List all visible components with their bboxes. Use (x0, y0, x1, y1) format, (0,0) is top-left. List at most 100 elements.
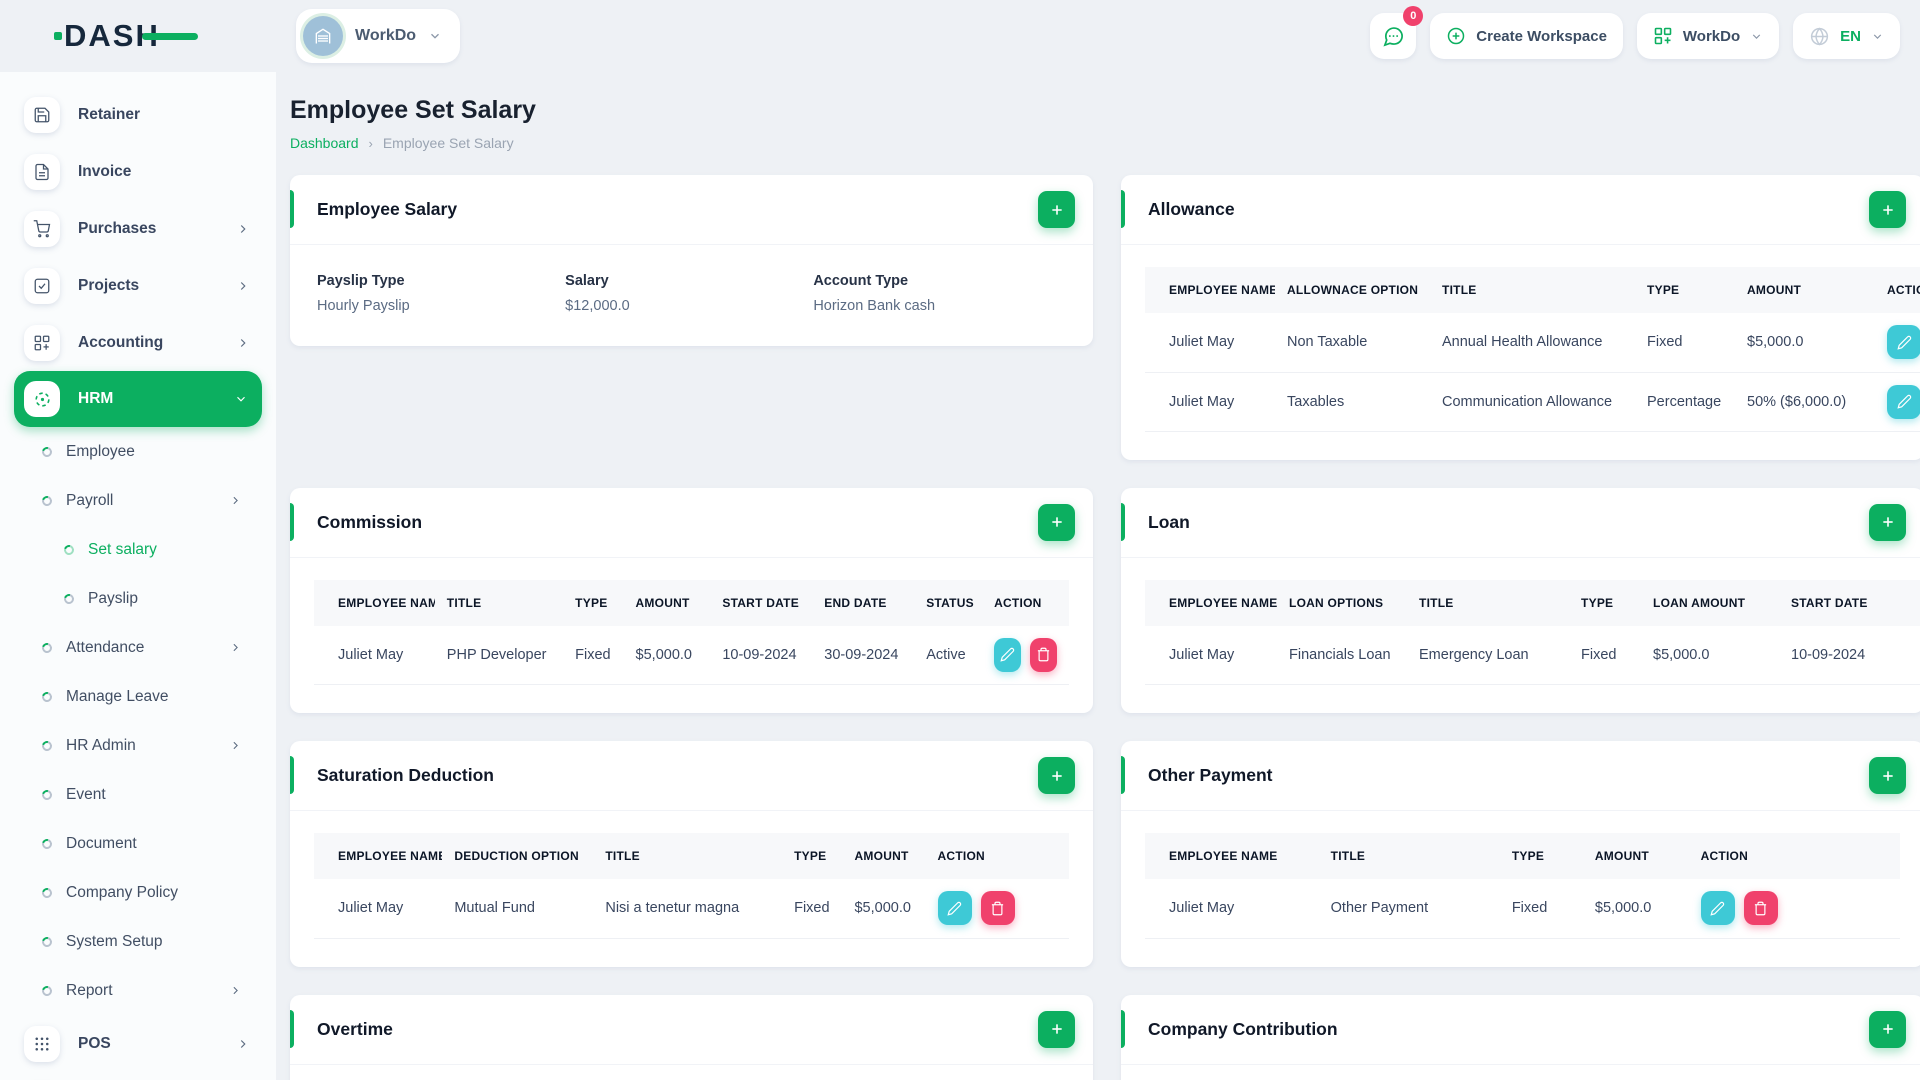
card-header: Overtime (290, 995, 1093, 1065)
cell-type: Fixed (1499, 879, 1583, 939)
plus-circle-icon (1448, 27, 1465, 45)
commission-table: EMPLOYEE NAME TITLE TYPE AMOUNT START DA… (290, 558, 1093, 714)
card-accent-bar (1121, 502, 1125, 541)
bullet-icon (40, 787, 54, 802)
apps-menu-button[interactable]: WorkDo (1636, 13, 1780, 59)
sidebar-subitem-payroll[interactable]: Payroll (24, 476, 264, 525)
breadcrumb-dashboard-link[interactable]: Dashboard (290, 135, 359, 151)
sidebar-subitem-employee[interactable]: Employee (24, 427, 264, 476)
sidebar-subitem-manage-leave[interactable]: Manage Leave (24, 672, 264, 721)
sidebar-item-pos[interactable]: POS (24, 1015, 264, 1072)
add-saturation-deduction-button[interactable] (1038, 757, 1075, 794)
sidebar-item-retainer[interactable]: Retainer (24, 86, 264, 143)
sidebar-item-projects[interactable]: Projects (24, 257, 264, 314)
delete-button[interactable] (1030, 637, 1057, 672)
add-commission-button[interactable] (1038, 503, 1075, 541)
chevron-down-icon (1752, 33, 1761, 39)
card-title: Allowance (1148, 199, 1235, 219)
sidebar-item-purchases[interactable]: Purchases (24, 200, 264, 257)
col-start-date: START DATE (710, 579, 813, 626)
table-row: Juliet May Non Taxable Annual Health All… (1145, 313, 1920, 373)
logo-dot (54, 32, 62, 40)
card-header: Allowance (1121, 175, 1920, 245)
dash-logo[interactable]: DASH (54, 18, 212, 54)
invoice-icon (24, 153, 60, 190)
messages-count-badge: 0 (1403, 6, 1424, 26)
add-allowance-button[interactable] (1869, 191, 1906, 228)
add-company-contribution-button[interactable] (1869, 1010, 1906, 1048)
edit-button[interactable] (1700, 891, 1735, 926)
workspace-selector[interactable]: WorkDo (296, 9, 461, 63)
cell-amount: $5,000.0 (842, 879, 926, 939)
table-row: Juliet May Financials Loan Emergency Loa… (1145, 625, 1920, 685)
subitem-label: HR Admin (66, 736, 136, 754)
sidebar-subitem-set-salary[interactable]: Set salary (24, 525, 264, 574)
table-header-row: EMPLOYEE NAME LOAN OPTIONS TITLE TYPE LO… (1145, 579, 1920, 626)
sidebar-subitem-payslip[interactable]: Payslip (24, 574, 264, 623)
bullet-icon (40, 983, 54, 998)
workspace-avatar (303, 16, 343, 56)
delete-button[interactable] (1743, 891, 1778, 926)
plus-icon (1882, 517, 1893, 527)
edit-button[interactable] (1887, 384, 1920, 419)
chevron-right-icon (233, 741, 238, 750)
plus-icon (1051, 204, 1062, 215)
create-workspace-button[interactable]: Create Workspace (1430, 13, 1623, 59)
edit-button[interactable] (994, 637, 1022, 672)
bullet-icon (40, 885, 54, 900)
company-contribution-card: Company Contribution (1121, 994, 1920, 1080)
chevron-right-icon (233, 496, 238, 505)
sidebar-subitem-company-policy[interactable]: Company Policy (24, 868, 264, 917)
subitem-label: Document (66, 834, 137, 852)
cell-employee: Juliet May (1145, 372, 1275, 432)
subitem-label: Attendance (66, 638, 145, 656)
sidebar-subitem-event[interactable]: Event (24, 770, 264, 819)
messages-button[interactable]: 0 (1370, 6, 1424, 59)
add-loan-button[interactable] (1869, 503, 1906, 541)
breadcrumb: Dashboard › Employee Set Salary (290, 135, 1920, 151)
field-salary: Salary $12,000.0 (565, 273, 813, 314)
delete-button[interactable] (980, 891, 1015, 926)
card-accent-bar (290, 502, 294, 541)
loan-card: Loan EMPLOYEE NAME LOAN OPTIONS TITLE TY… (1121, 487, 1920, 713)
card-body-clipped (290, 1065, 1093, 1080)
sidebar-subitem-report[interactable]: Report (24, 966, 264, 1015)
sidebar-item-accounting[interactable]: Accounting (24, 314, 264, 371)
col-title: TITLE (1407, 579, 1569, 626)
language-selector[interactable]: EN (1793, 13, 1900, 59)
plus-icon (1882, 204, 1893, 215)
sidebar-subitem-attendance[interactable]: Attendance (24, 623, 264, 672)
sidebar-item-hrm[interactable]: HRM (14, 371, 262, 427)
sidebar-item-crm[interactable]: CRM (24, 1072, 264, 1080)
sidebar-subitem-system-setup[interactable]: System Setup (24, 917, 264, 966)
col-type: TYPE (1569, 579, 1641, 626)
sidebar-subitem-document[interactable]: Document (24, 819, 264, 868)
col-type: TYPE (563, 579, 624, 626)
sidebar-subitem-hr-admin[interactable]: HR Admin (24, 721, 264, 770)
add-employee-salary-button[interactable] (1038, 191, 1075, 228)
table-header-row: EMPLOYEE NAME DEDUCTION OPTION TITLE TYP… (314, 833, 1069, 879)
card-header: Saturation Deduction (290, 741, 1093, 811)
edit-button[interactable] (937, 891, 972, 926)
card-header: Other Payment (1121, 741, 1920, 811)
breadcrumb-separator: › (368, 135, 373, 151)
field-payslip-type: Payslip Type Hourly Payslip (317, 273, 565, 314)
cell-option: Non Taxable (1275, 313, 1430, 373)
card-accent-bar (1121, 1009, 1125, 1048)
language-code: EN (1840, 27, 1861, 45)
col-amount: AMOUNT (1582, 833, 1689, 879)
edit-button[interactable] (1887, 325, 1920, 360)
card-accent-bar (290, 1009, 294, 1048)
add-other-payment-button[interactable] (1869, 757, 1906, 794)
table-header-row: EMPLOYEE NAME TITLE TYPE AMOUNT ACTION (1145, 833, 1900, 879)
tasks-icon (24, 267, 60, 304)
sidebar-item-invoice[interactable]: Invoice (24, 143, 264, 200)
subitem-label: Set salary (88, 540, 157, 558)
globe-icon (1811, 27, 1829, 45)
cards-grid: Employee Salary Payslip Type Hourly Pays… (290, 175, 1920, 1080)
cart-icon (24, 210, 60, 247)
subitem-label: Manage Leave (66, 687, 169, 705)
apps-menu-label: WorkDo (1682, 27, 1741, 45)
add-overtime-button[interactable] (1038, 1010, 1075, 1048)
card-accent-bar (290, 756, 294, 794)
